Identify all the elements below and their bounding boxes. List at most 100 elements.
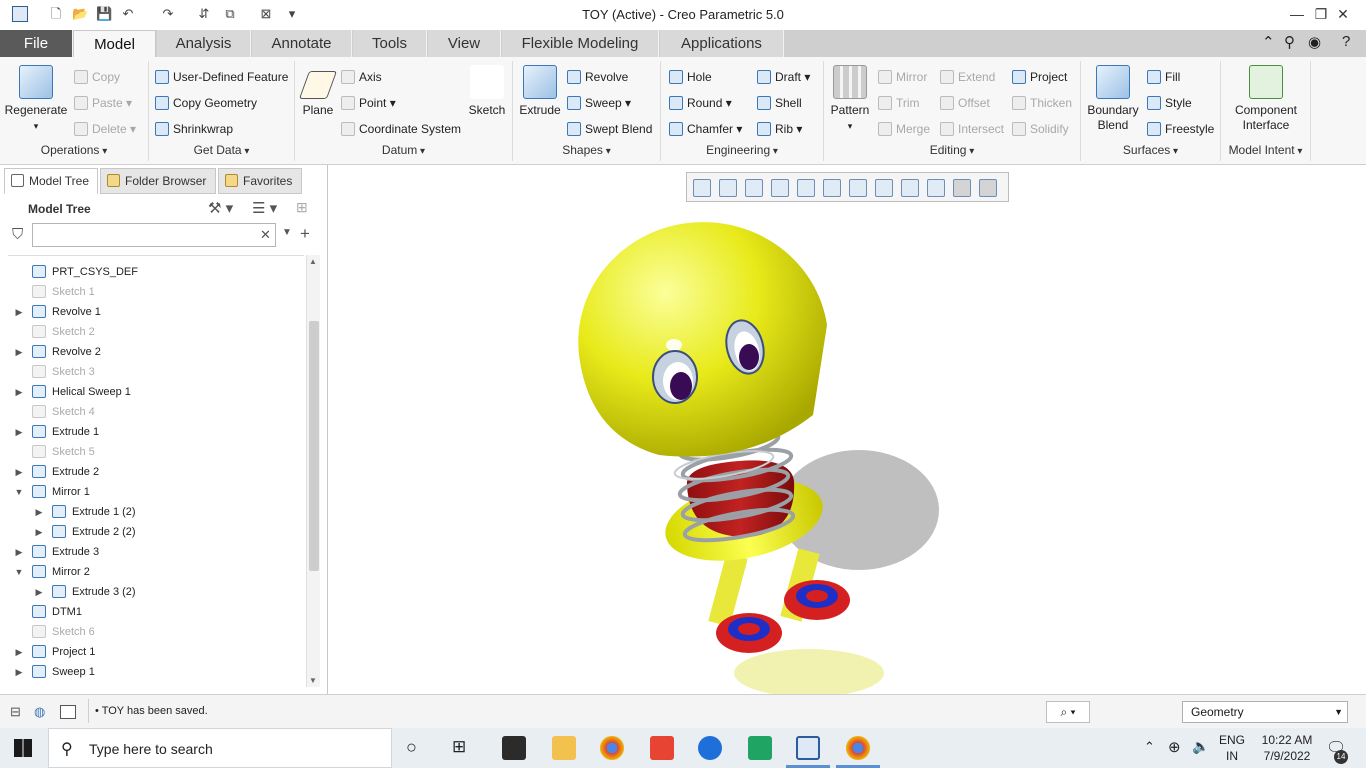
expand-arrow-icon[interactable]: ▶: [14, 642, 24, 662]
group-label-model-intent[interactable]: Model Intent: [1221, 143, 1310, 157]
tab-applications[interactable]: Applications: [660, 30, 784, 58]
thicken-button[interactable]: Thicken: [1012, 95, 1072, 111]
expand-arrow-icon[interactable]: ▶: [14, 342, 24, 362]
taskbar-search[interactable]: ⚲ Type here to search: [48, 728, 392, 768]
csys-button[interactable]: Coordinate System: [341, 121, 461, 137]
group-label-editing[interactable]: Editing: [824, 143, 1080, 157]
collapse-ribbon-icon[interactable]: ⌃: [1262, 33, 1275, 51]
zoom-out-icon[interactable]: [745, 179, 763, 197]
project-button[interactable]: Project: [1012, 69, 1067, 85]
tree-scrollbar[interactable]: ▲ ▼: [306, 255, 320, 687]
task-view-icon[interactable]: ⊞: [452, 737, 466, 757]
selection-filter-dropdown[interactable]: Geometry ▼: [1182, 701, 1348, 723]
expand-arrow-icon[interactable]: ▶: [14, 422, 24, 442]
find-button[interactable]: ⌕ ▾: [1046, 701, 1090, 723]
tree-item[interactable]: ▼ Mirror 2: [8, 562, 304, 582]
tree-item[interactable]: ▶ Extrude 2 (2): [8, 522, 304, 542]
help-icon[interactable]: ?: [1342, 33, 1350, 50]
tree-item[interactable]: ▶ Revolve 2: [8, 342, 304, 362]
tree-item[interactable]: ▶ Extrude 3 (2): [8, 582, 304, 602]
volume-icon[interactable]: 🔈: [1192, 738, 1209, 755]
browser-toggle-icon[interactable]: ◍: [34, 704, 45, 720]
chrome-icon[interactable]: [600, 736, 624, 760]
expand-arrow-icon[interactable]: ▶: [34, 522, 44, 542]
tab-model-tree[interactable]: Model Tree: [4, 168, 98, 194]
datum-display-icon[interactable]: [927, 179, 945, 197]
rib-button[interactable]: Rib ▾: [757, 121, 802, 137]
spin-center-icon[interactable]: [953, 179, 971, 197]
tree-filter-input[interactable]: [32, 223, 276, 247]
teamviewer-icon[interactable]: [698, 736, 722, 760]
extrude-button[interactable]: Extrude: [517, 65, 563, 118]
fill-button[interactable]: Fill: [1147, 69, 1180, 85]
community-icon[interactable]: ◉: [1308, 33, 1321, 51]
tray-chevron-icon[interactable]: ⌃: [1144, 739, 1155, 755]
tab-flexible-modeling[interactable]: Flexible Modeling: [502, 30, 659, 58]
display-style-icon[interactable]: [797, 179, 815, 197]
point-button[interactable]: Point ▾: [341, 95, 396, 111]
tree-item[interactable]: ▶ Revolve 1: [8, 302, 304, 322]
expand-arrow-icon[interactable]: ▶: [14, 382, 24, 402]
sweep-button[interactable]: Sweep ▾: [567, 95, 631, 111]
scroll-down-icon[interactable]: ▼: [309, 676, 317, 685]
chrome-profile-icon[interactable]: [846, 736, 870, 760]
filter-dropdown-icon[interactable]: ▼: [282, 227, 292, 238]
draft-button[interactable]: Draft ▾: [757, 69, 810, 85]
tab-view[interactable]: View: [428, 30, 501, 58]
meet-icon[interactable]: [748, 736, 772, 760]
tree-item[interactable]: Sketch 1: [8, 282, 304, 302]
tree-show-icon[interactable]: ☰ ▾: [252, 199, 277, 217]
close-icon[interactable]: ✕: [1320, 0, 1366, 30]
collapse-arrow-icon[interactable]: ▼: [14, 562, 24, 582]
revolve-button[interactable]: Revolve: [567, 69, 628, 85]
shell-button[interactable]: Shell: [757, 95, 802, 111]
extend-button[interactable]: Extend: [940, 69, 995, 85]
tree-item[interactable]: ▶ Extrude 3: [8, 542, 304, 562]
tab-model[interactable]: Model: [73, 30, 156, 59]
perspective-view-icon[interactable]: [875, 179, 893, 197]
tab-file[interactable]: File: [0, 30, 73, 58]
group-label-get-data[interactable]: Get Data: [149, 143, 294, 157]
tree-item[interactable]: Sketch 6: [8, 622, 304, 642]
expand-arrow-icon[interactable]: ▶: [34, 502, 44, 522]
collapse-arrow-icon[interactable]: ▼: [14, 482, 24, 502]
annotation-display-icon[interactable]: [979, 179, 997, 197]
group-label-shapes[interactable]: Shapes: [513, 143, 660, 157]
intersect-button[interactable]: Intersect: [940, 121, 1004, 137]
clear-filter-icon[interactable]: ✕: [260, 227, 271, 243]
tree-item[interactable]: Sketch 3: [8, 362, 304, 382]
offset-button[interactable]: Offset: [940, 95, 990, 111]
saved-orientations-icon[interactable]: [823, 179, 841, 197]
tab-annotate[interactable]: Annotate: [252, 30, 352, 58]
graphics-area[interactable]: [329, 165, 1366, 697]
clock[interactable]: 10:22 AM 7/9/2022: [1254, 732, 1320, 764]
swept-blend-button[interactable]: Swept Blend: [567, 121, 652, 137]
tree-item[interactable]: Sketch 4: [8, 402, 304, 422]
merge-button[interactable]: Merge: [878, 121, 930, 137]
section-icon[interactable]: [901, 179, 919, 197]
copy-geometry-button[interactable]: Copy Geometry: [155, 95, 257, 111]
store-icon[interactable]: [502, 736, 526, 760]
paste-button[interactable]: Paste ▾: [74, 95, 132, 111]
language-indicator[interactable]: ENG IN: [1219, 732, 1245, 764]
tree-item[interactable]: ▶ Extrude 2: [8, 462, 304, 482]
refit-icon[interactable]: [693, 179, 711, 197]
tree-scroll-thumb[interactable]: [309, 321, 319, 571]
sketch-button[interactable]: Sketch: [467, 65, 507, 118]
expand-arrow-icon[interactable]: ▶: [14, 462, 24, 482]
expand-arrow-icon[interactable]: ▶: [14, 302, 24, 322]
component-interface-button[interactable]: Component Interface: [1225, 65, 1307, 133]
group-label-datum[interactable]: Datum: [295, 143, 512, 157]
repaint-icon[interactable]: [771, 179, 789, 197]
group-label-engineering[interactable]: Engineering: [661, 143, 823, 157]
freestyle-button[interactable]: Freestyle: [1147, 121, 1214, 137]
tree-item[interactable]: ▶ Helical Sweep 1: [8, 382, 304, 402]
filter-icon[interactable]: ⛉: [12, 226, 23, 243]
start-icon[interactable]: [14, 739, 32, 757]
udf-button[interactable]: User-Defined Feature: [155, 69, 288, 85]
chamfer-button[interactable]: Chamfer ▾: [669, 121, 742, 137]
view-manager-icon[interactable]: [849, 179, 867, 197]
tab-tools[interactable]: Tools: [353, 30, 427, 58]
regenerate-button[interactable]: Regenerate ▾: [4, 65, 68, 134]
tree-settings-icon[interactable]: ⚒ ▾: [208, 199, 233, 217]
